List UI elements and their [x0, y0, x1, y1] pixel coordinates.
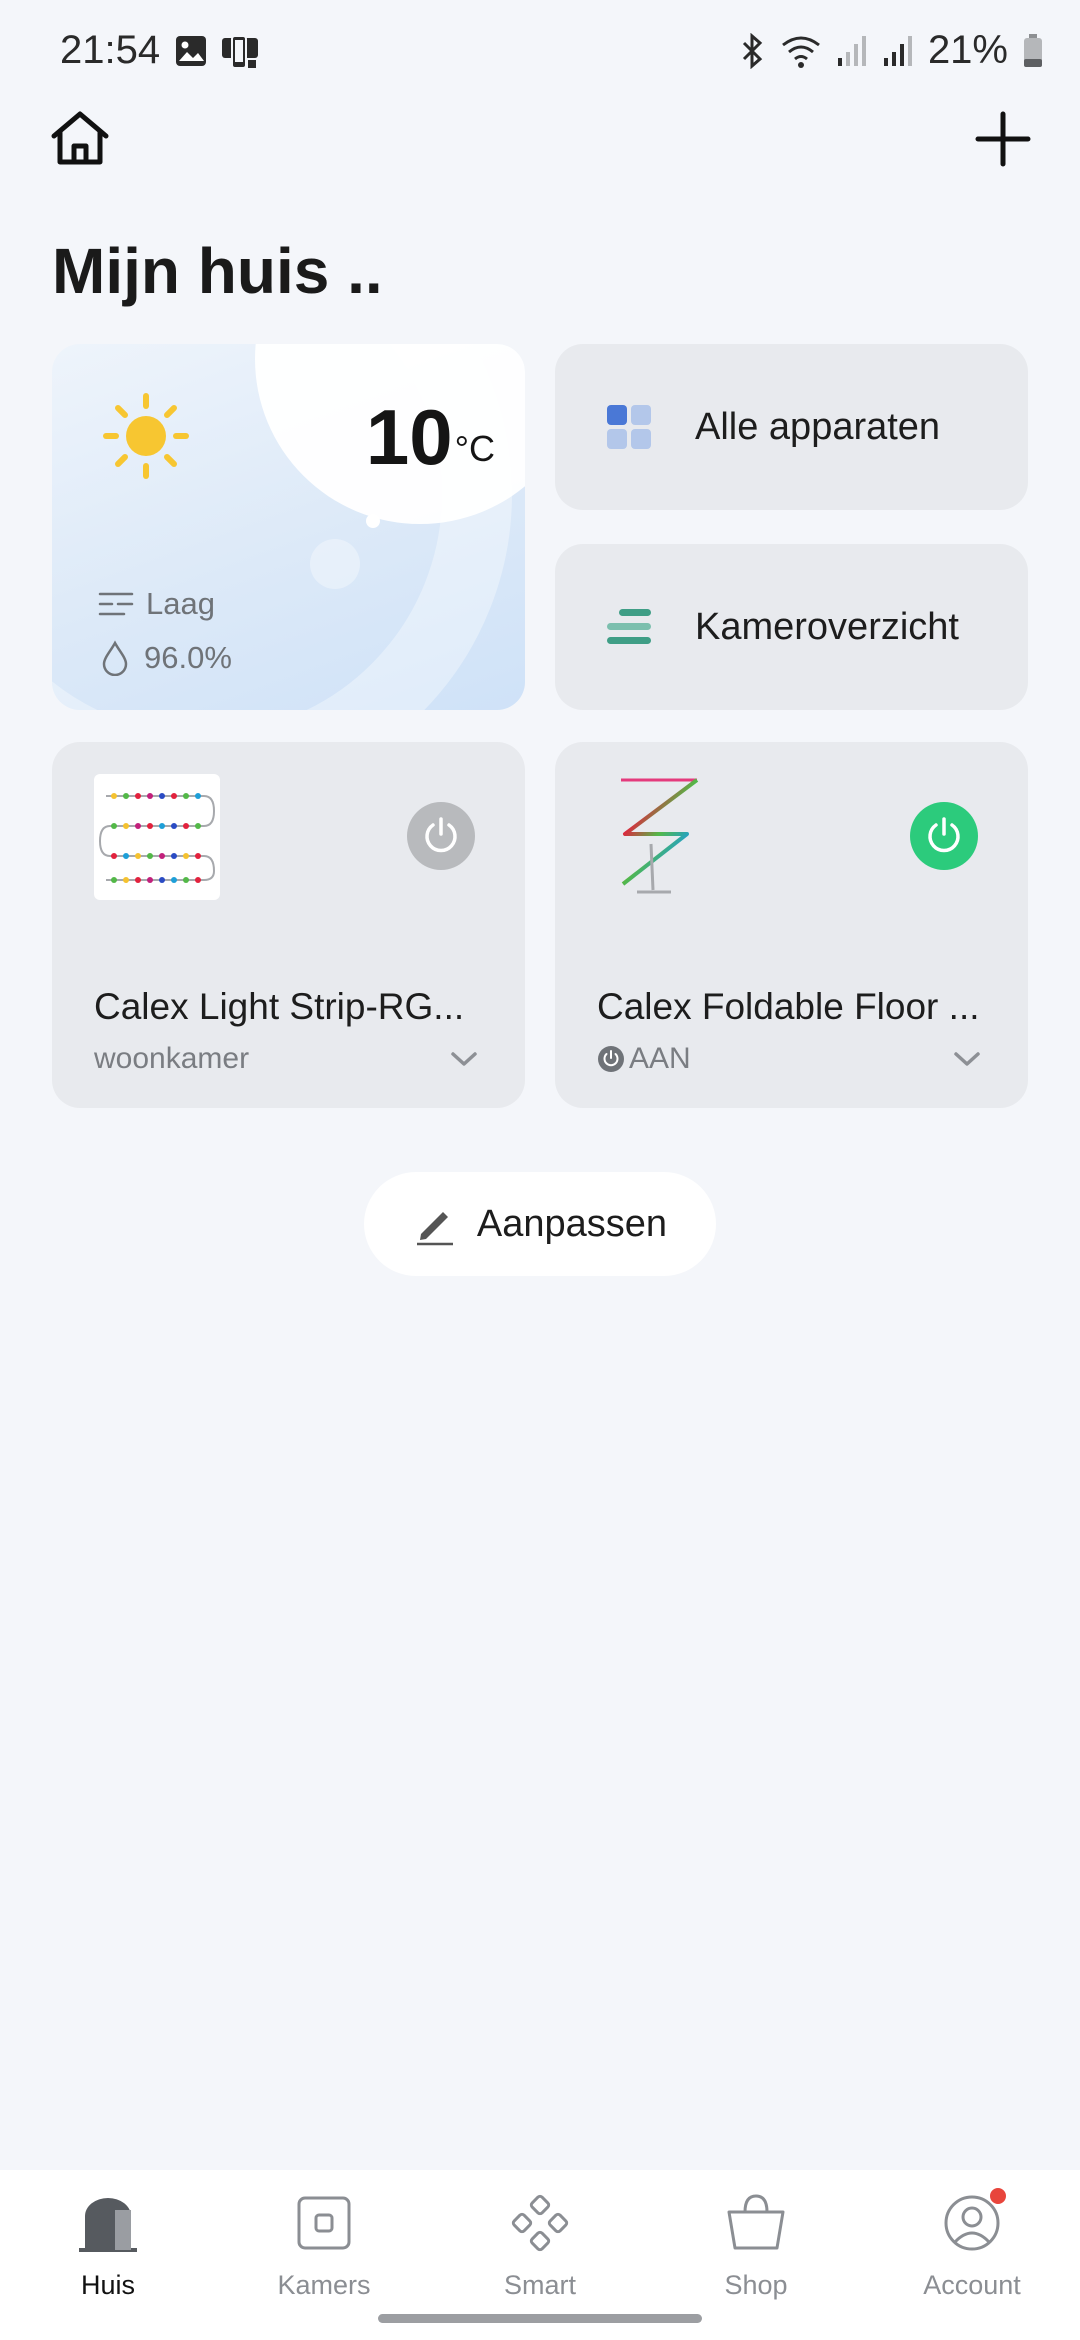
weather-background-decoration	[310, 539, 360, 589]
chevron-down-icon[interactable]	[952, 1044, 982, 1074]
device-card-floor-lamp[interactable]: Calex Foldable Floor ... AAN	[555, 742, 1028, 1108]
status-bar: 21:54 21%	[0, 0, 1080, 105]
device-room: woonkamer	[94, 1042, 249, 1076]
haze-icon	[98, 592, 134, 616]
device-status-label: AAN	[629, 1042, 691, 1075]
temperature: 10 °C	[366, 398, 495, 476]
humidity-row: 96.0%	[98, 640, 232, 676]
weather-background-decoration	[366, 514, 380, 528]
edit-button[interactable]: Aanpassen	[364, 1172, 716, 1276]
air-quality-row: Laag	[98, 586, 215, 622]
home-indicator[interactable]	[378, 2314, 702, 2323]
smart-icon	[511, 2194, 569, 2252]
chevron-down-icon[interactable]	[449, 1044, 479, 1074]
device-sync-icon	[222, 35, 258, 69]
add-icon[interactable]	[974, 110, 1032, 168]
home-icon[interactable]	[48, 108, 112, 168]
notification-badge	[988, 2186, 1008, 2206]
gallery-icon	[176, 36, 206, 66]
device-name: Calex Foldable Floor ...	[597, 986, 977, 1027]
tab-label: Shop	[724, 2270, 788, 2300]
signal-icon	[883, 35, 912, 66]
pencil-icon	[416, 1212, 453, 1246]
floor-lamp-icon	[621, 778, 699, 894]
tab-huis[interactable]: Huis	[0, 2170, 216, 2340]
tab-label: Kamers	[277, 2270, 371, 2300]
rooms-list-icon	[607, 609, 651, 644]
power-status-icon	[598, 1046, 624, 1072]
temperature-value: 10	[365, 393, 453, 481]
signal-weak-icon	[837, 35, 866, 66]
wifi-icon	[782, 36, 820, 68]
air-quality-label: Laag	[146, 586, 215, 621]
temperature-unit: °C	[454, 428, 495, 469]
bluetooth-icon	[742, 32, 763, 69]
status-time: 21:54	[60, 28, 161, 72]
battery-percentage: 21%	[927, 28, 1008, 72]
tab-label: Huis	[80, 2270, 135, 2300]
power-button[interactable]	[407, 802, 475, 870]
humidity-value: 96.0%	[144, 640, 232, 675]
status-right-icons: 21%	[738, 28, 1044, 73]
battery-icon	[1024, 33, 1042, 67]
light-strip-thumbnail	[94, 774, 220, 900]
humidity-drop-icon	[102, 640, 128, 676]
all-devices-button[interactable]: Alle apparaten	[555, 344, 1028, 510]
power-icon	[425, 817, 457, 853]
device-status: AAN	[597, 1042, 691, 1076]
device-card-light-strip[interactable]: Calex Light Strip-RG... woonkamer	[52, 742, 525, 1108]
edit-button-label: Aanpassen	[476, 1202, 668, 1245]
power-button[interactable]	[910, 802, 978, 870]
device-room-label: woonkamer	[94, 1042, 250, 1075]
power-icon	[928, 817, 960, 853]
room-overview-button[interactable]: Kameroverzicht	[555, 544, 1028, 710]
tab-label: Smart	[503, 2270, 576, 2300]
all-devices-label: Alle apparaten	[695, 405, 941, 448]
light-strip-icon	[98, 793, 216, 883]
grid-icon	[607, 405, 651, 449]
room-overview-label: Kameroverzicht	[695, 605, 959, 648]
device-name: Calex Light Strip-RG...	[94, 986, 465, 1027]
floor-lamp-thumbnail	[597, 774, 723, 900]
weather-card[interactable]: 10 °C Laag 96.0%	[52, 344, 525, 710]
house-icon	[79, 2198, 137, 2252]
tab-account[interactable]: Account	[864, 2170, 1080, 2340]
shopping-bag-icon	[727, 2194, 785, 2250]
sun-icon	[103, 393, 189, 479]
rooms-icon	[297, 2196, 351, 2250]
tab-label: Account	[923, 2270, 1021, 2300]
status-notification-icons	[174, 34, 260, 70]
page-title: Mijn huis ..	[52, 235, 383, 307]
